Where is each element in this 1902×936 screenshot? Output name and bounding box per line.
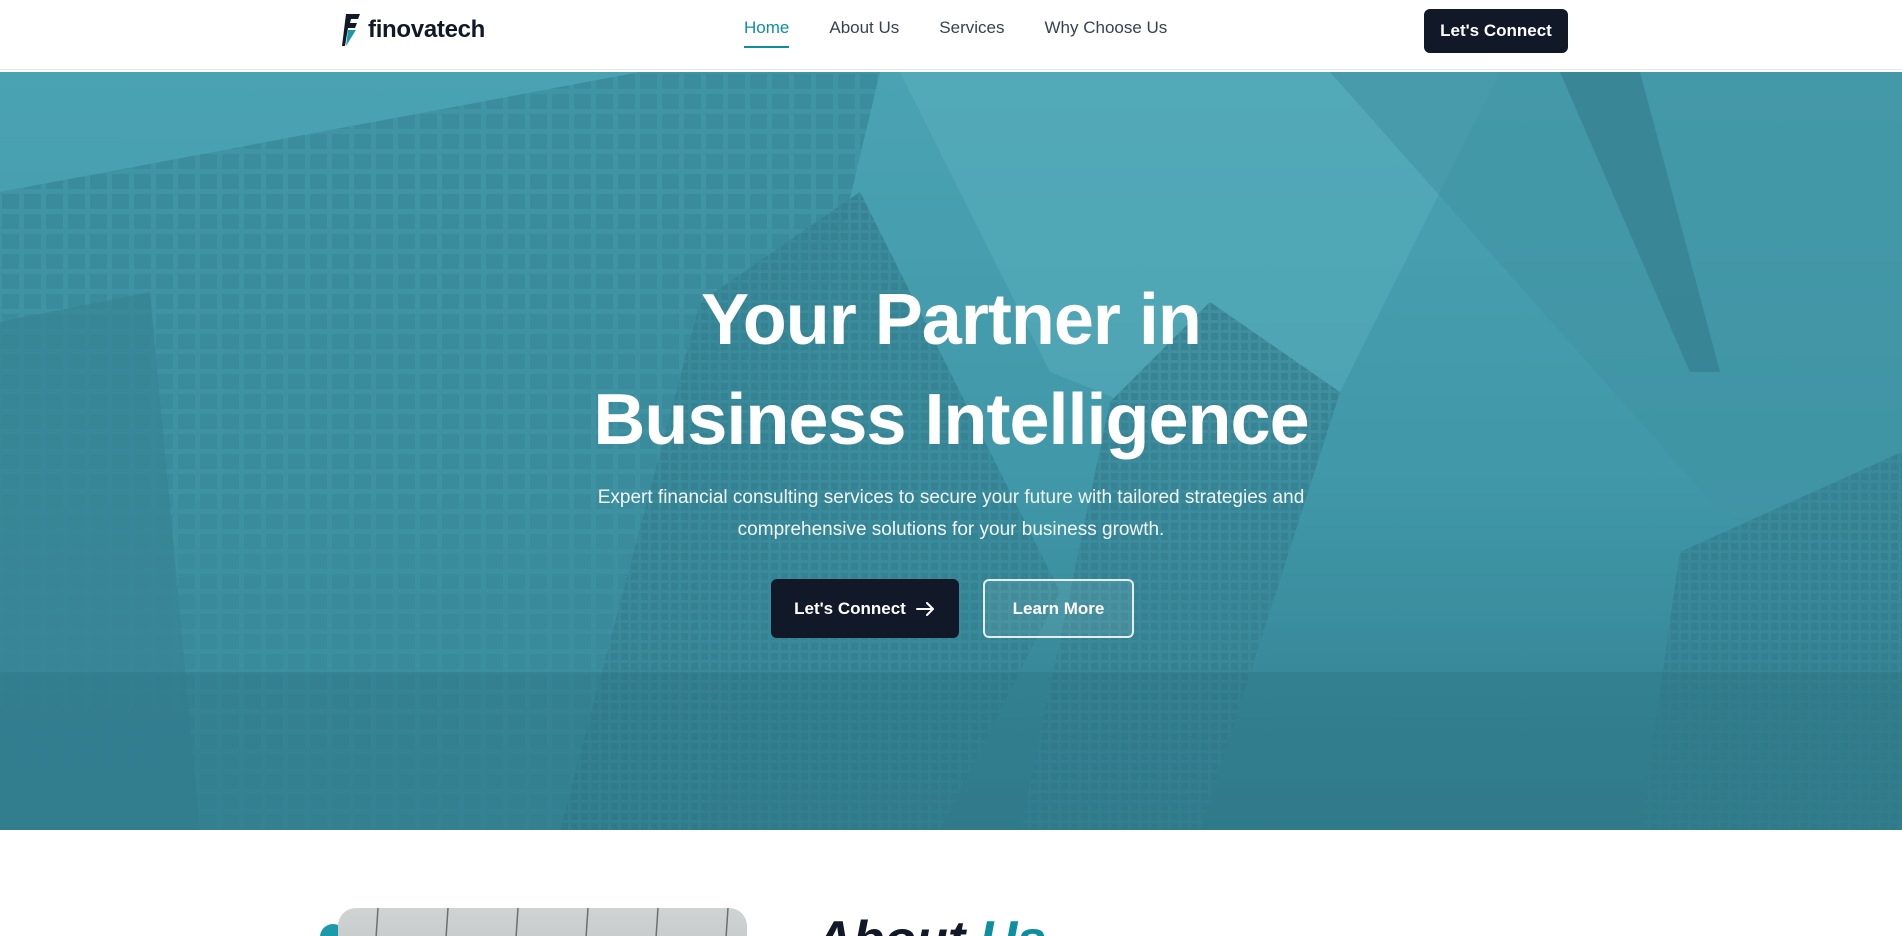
nav-about-us[interactable]: About Us (829, 18, 899, 48)
hero-connect-button[interactable]: Let's Connect (771, 579, 959, 638)
logo-icon (342, 14, 360, 46)
hero-title: Your Partner in Business Intelligence (0, 270, 1902, 470)
about-heading-part-2: Us (980, 911, 1046, 936)
logo[interactable]: finovatech (340, 12, 485, 48)
hero-section: Your Partner in Business Intelligence Ex… (0, 72, 1902, 830)
nav-home[interactable]: Home (744, 18, 790, 48)
arrow-right-icon (915, 601, 934, 616)
main-nav: Home About Us Services Why Choose Us (744, 18, 1167, 48)
about-image-graphic (375, 908, 729, 936)
site-header: finovatech Home About Us Services Why Ch… (0, 0, 1902, 70)
nav-why-choose-us[interactable]: Why Choose Us (1044, 18, 1167, 48)
about-heading-part-1: About (815, 911, 965, 936)
hero-subtitle: Expert financial consulting services to … (597, 487, 1305, 540)
nav-services[interactable]: Services (939, 18, 1004, 48)
hero-connect-label: Let's Connect (794, 598, 906, 618)
hero-content: Your Partner in Business Intelligence Ex… (0, 72, 1902, 830)
hero-title-line-2: Business Intelligence (593, 380, 1309, 460)
about-image (338, 908, 747, 936)
about-heading: About Us (815, 910, 1046, 936)
header-connect-button[interactable]: Let's Connect (1424, 9, 1568, 53)
hero-learn-more-button[interactable]: Learn More (983, 579, 1134, 638)
brand-name: finovatech (368, 16, 486, 43)
hero-title-line-1: Your Partner in (701, 280, 1202, 360)
